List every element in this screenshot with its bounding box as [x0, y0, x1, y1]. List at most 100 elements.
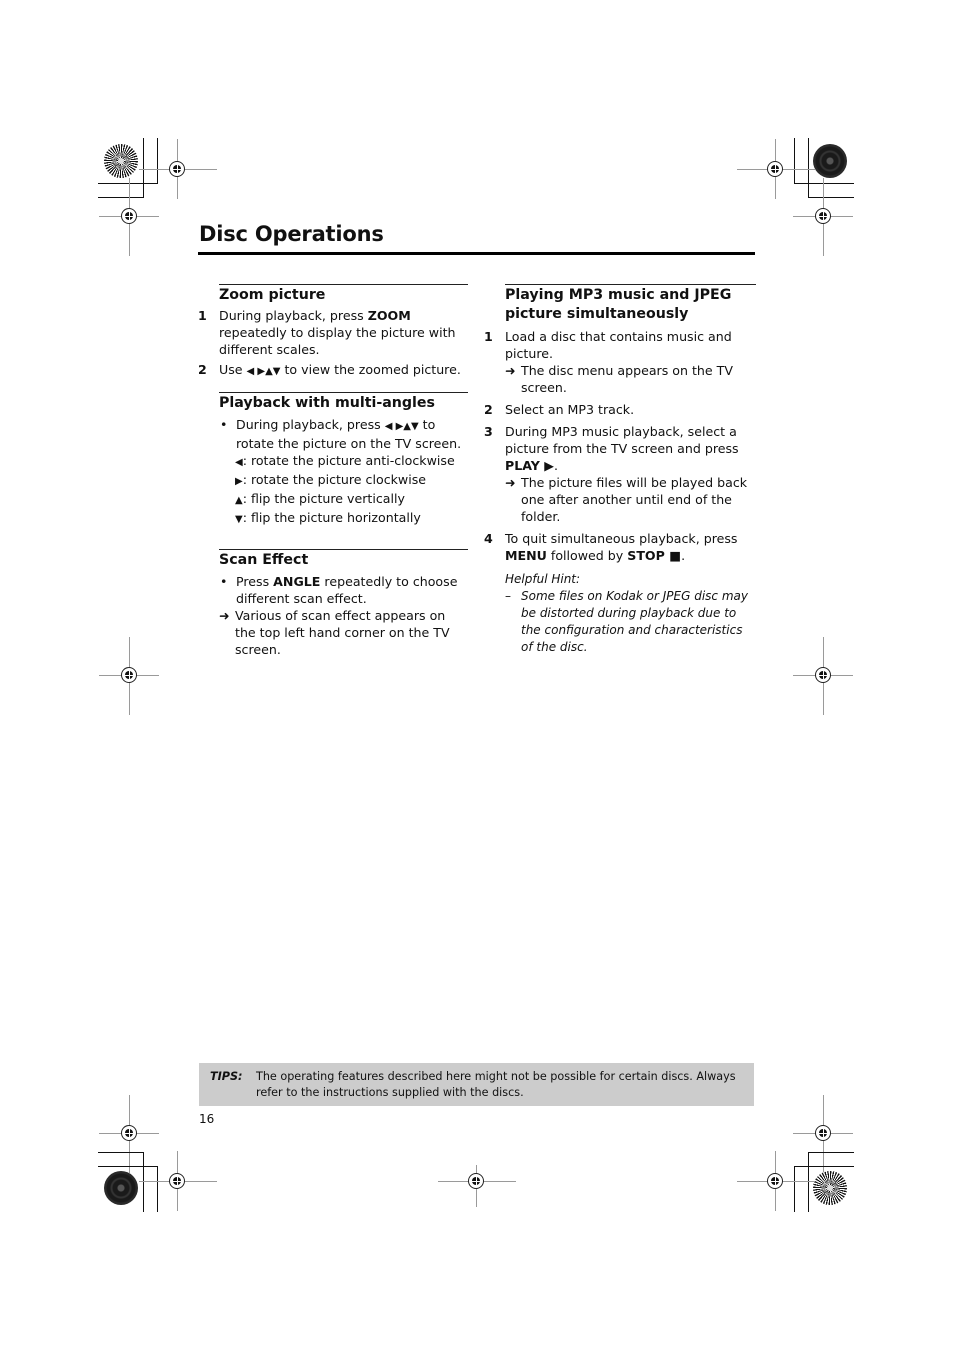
step-text: During MP3 music playback, select a pict…	[505, 423, 756, 525]
text-run: Load a disc that contains music and pict…	[505, 329, 732, 361]
section-heading: Zoom picture	[219, 287, 326, 303]
down-arrow-icon: ▼	[235, 514, 243, 525]
result-arrow-icon: ➜	[505, 475, 516, 490]
text-run: During playback, press	[236, 417, 385, 432]
bullet-text: During playback, press ◀ ▶▲▼ to rotate t…	[236, 416, 468, 452]
title-rule	[198, 252, 755, 255]
key-label: ANGLE	[273, 574, 321, 589]
crop-mark-line	[98, 1152, 144, 1153]
crop-mark-line	[794, 1166, 854, 1167]
bullet-text: Press ANGLE repeatedly to choose differe…	[236, 573, 468, 607]
step-text: To quit simultaneous playback, press MEN…	[505, 530, 756, 564]
bullet-item: • During playback, press ◀ ▶▲▼ to rotate…	[219, 416, 468, 452]
page-number: 16	[199, 1112, 215, 1126]
crop-mark-line	[98, 197, 144, 198]
registration-disc-icon	[104, 1171, 138, 1205]
up-arrow-icon: ▲	[235, 495, 243, 506]
right-arrow-icon: ▶	[235, 476, 243, 487]
crop-mark-line	[808, 1152, 809, 1212]
text-run: During MP3 music playback, select a pict…	[505, 424, 739, 456]
result-item: ➜ The picture files will be played back o…	[505, 474, 756, 525]
tips-label: TIPS:	[210, 1070, 243, 1083]
registration-disc-icon	[813, 144, 847, 178]
direction-item: ▼: flip the picture horizontally	[235, 509, 468, 528]
step-number: 2	[198, 362, 207, 377]
section-heading: Playing MP3 music and JPEG picture simul…	[505, 287, 732, 322]
step-item: 2 Select an MP3 track.	[484, 401, 756, 418]
step-item: 3 During MP3 music playback, select a pi…	[484, 423, 756, 525]
zoom-steps: 1 During playback, press ZOOM repeatedly…	[198, 307, 468, 380]
text-run: Press	[236, 574, 274, 589]
crop-mark-line	[157, 1166, 158, 1212]
step-item: 1 Load a disc that contains music and pi…	[484, 328, 756, 396]
direction-item: ▶: rotate the picture clockwise	[235, 471, 468, 490]
helpful-hint: Helpful Hint: – Some files on Kodak or J…	[505, 571, 756, 656]
crop-mark-line	[98, 1166, 158, 1167]
text-run: .	[554, 458, 559, 473]
hint-text: Some files on Kodak or JPEG disc may be …	[521, 589, 748, 654]
direction-item: ▲: flip the picture vertically	[235, 490, 468, 509]
text-run: followed by	[546, 548, 628, 563]
dash-icon: –	[505, 589, 511, 603]
step-text: Use ◀ ▶▲▼ to view the zoomed picture.	[219, 361, 468, 380]
section-heading: Playback with multi-angles	[219, 395, 435, 411]
text-run: .	[681, 548, 686, 563]
bullet-item: • Press ANGLE repeatedly to choose diffe…	[219, 573, 468, 607]
result-item: ➜ The disc menu appears on the TV screen.	[505, 362, 756, 396]
tips-box: TIPS: The operating features described h…	[199, 1063, 754, 1106]
section-scan-effect: Scan Effect • Press ANGLE repeatedly to …	[219, 549, 468, 658]
tips-text: The operating features described here mi…	[256, 1070, 736, 1099]
bullet-icon: •	[220, 417, 228, 432]
section-mp3-jpeg: Playing MP3 music and JPEG picture simul…	[505, 284, 756, 324]
step-item: 1 During playback, press ZOOM repeatedly…	[198, 307, 468, 358]
direction-text: : flip the picture horizontally	[242, 510, 421, 525]
crop-mark-line	[808, 1152, 854, 1153]
left-column: Zoom picture 1 During playback, press ZO…	[198, 284, 468, 658]
key-label: MENU	[505, 548, 547, 563]
crop-mark-line	[794, 1166, 795, 1212]
right-column: Playing MP3 music and JPEG picture simul…	[484, 284, 756, 656]
direction-text: : flip the picture vertically	[242, 491, 405, 506]
key-label: PLAY ▶	[505, 458, 554, 473]
direction-arrows-icon: ◀ ▶▲▼	[246, 366, 281, 377]
step-number: 1	[484, 329, 493, 344]
step-number: 2	[484, 402, 493, 417]
text-run: to view the zoomed picture.	[280, 362, 461, 377]
text-run: repeatedly to display the picture with d…	[219, 325, 456, 357]
key-label: STOP ■	[627, 548, 682, 563]
left-arrow-icon: ◀	[235, 457, 243, 468]
crop-mark-line	[794, 183, 854, 184]
hint-item: – Some files on Kodak or JPEG disc may b…	[505, 588, 756, 656]
step-number: 4	[484, 531, 493, 546]
result-item: ➜ Various of scan effect appears on the …	[219, 607, 468, 658]
crop-mark-line	[157, 138, 158, 184]
registration-disc-icon	[104, 144, 138, 178]
step-text: During playback, press ZOOM repeatedly t…	[219, 307, 468, 358]
result-arrow-icon: ➜	[505, 363, 516, 378]
crop-mark-line	[143, 138, 144, 198]
result-text: The picture files will be played back on…	[521, 475, 748, 524]
step-number: 3	[484, 424, 493, 439]
direction-text: : rotate the picture clockwise	[242, 472, 427, 487]
direction-arrows-icon: ◀ ▶▲▼	[384, 421, 419, 432]
bullet-icon: •	[220, 574, 228, 589]
direction-item: ◀: rotate the picture anti-clockwise	[235, 452, 468, 471]
section-zoom-picture: Zoom picture	[219, 284, 468, 305]
text-run: Use	[219, 362, 247, 377]
direction-text: : rotate the picture anti-clockwise	[242, 453, 455, 468]
registration-disc-icon	[813, 1171, 847, 1205]
page-title: Disc Operations	[199, 222, 384, 246]
section-heading: Scan Effect	[219, 552, 309, 568]
hint-title: Helpful Hint:	[505, 572, 581, 586]
step-number: 1	[198, 308, 207, 323]
section-multi-angles: Playback with multi-angles • During play…	[219, 392, 468, 528]
step-text: Select an MP3 track.	[505, 402, 635, 417]
crop-mark-line	[808, 197, 854, 198]
text-run: During playback, press	[219, 308, 368, 323]
result-arrow-icon: ➜	[219, 608, 230, 623]
crop-mark-line	[143, 1152, 144, 1212]
text-run: To quit simultaneous playback, press	[505, 531, 738, 546]
step-text: Load a disc that contains music and pict…	[505, 328, 756, 396]
step-item: 4 To quit simultaneous playback, press M…	[484, 530, 756, 564]
direction-list: ◀: rotate the picture anti-clockwise ▶: …	[219, 452, 468, 528]
